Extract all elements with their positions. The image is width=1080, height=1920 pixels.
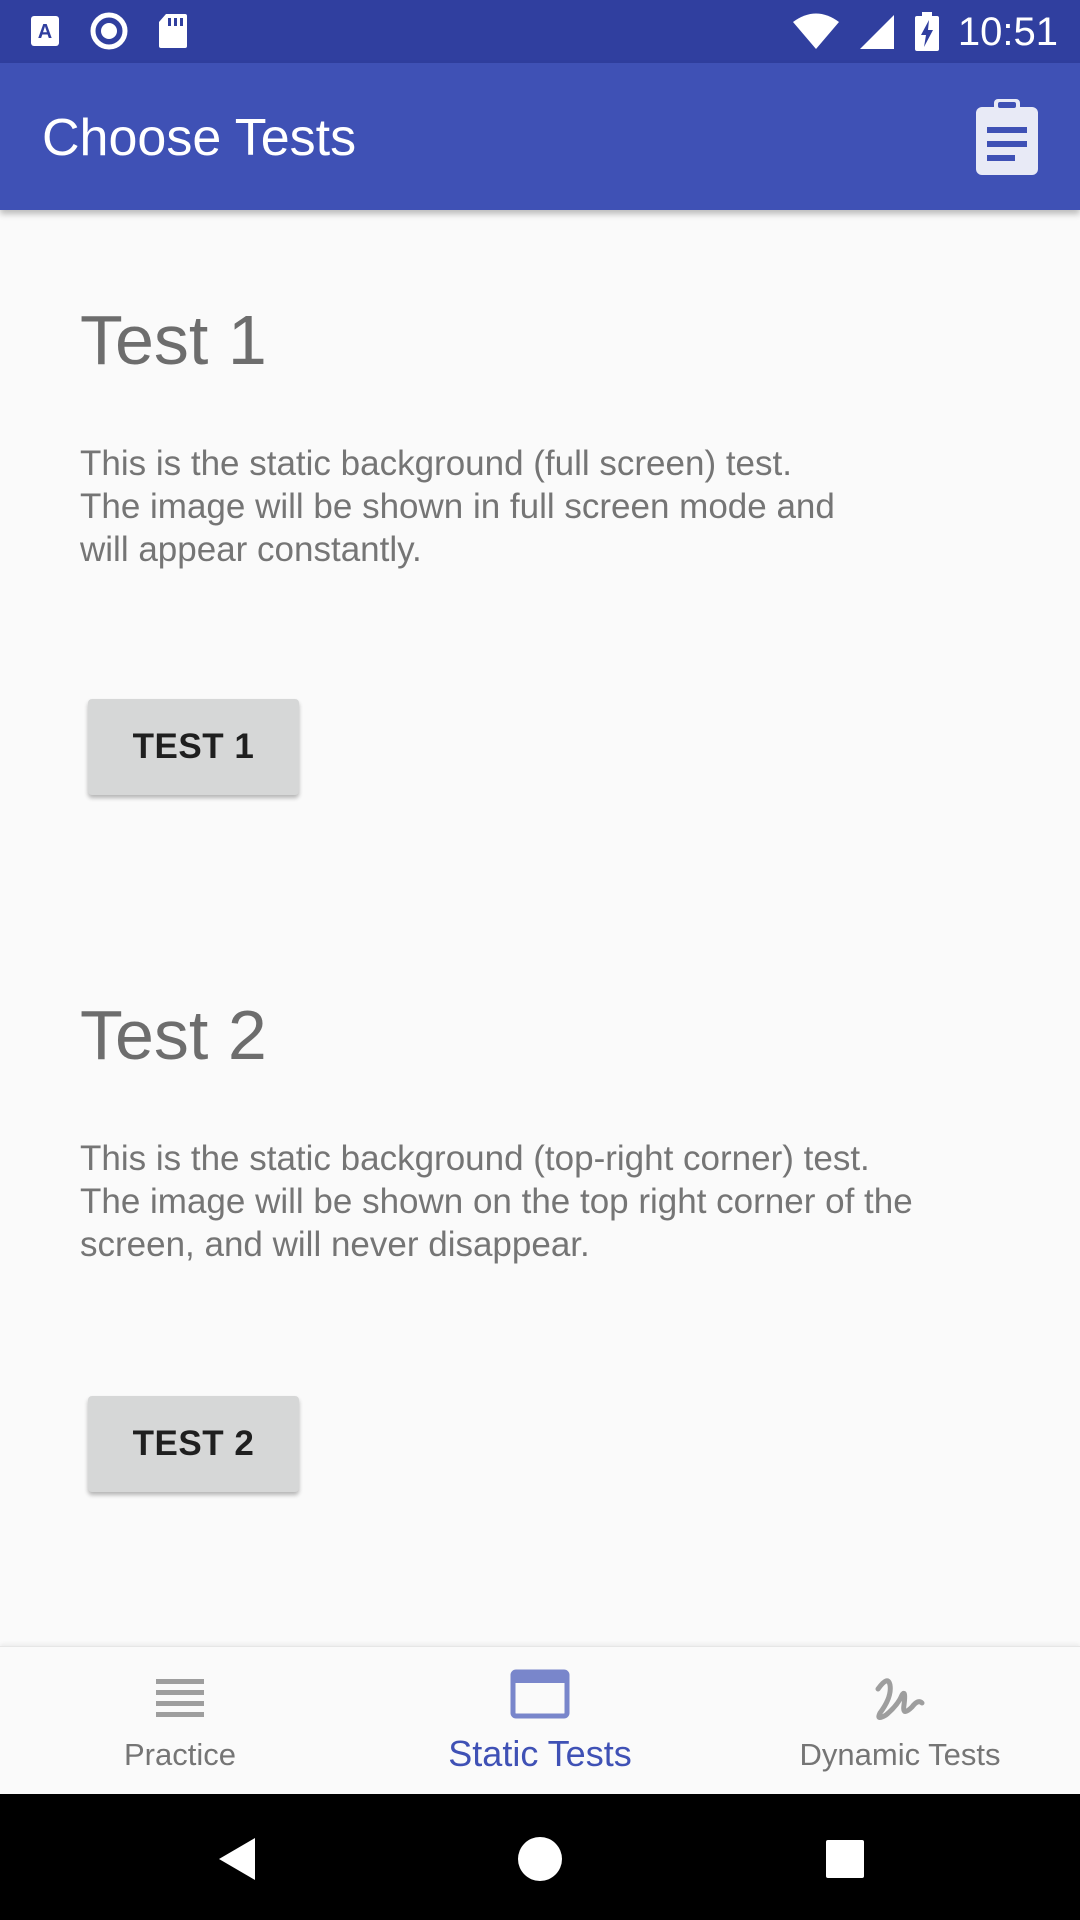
list-lines-icon — [156, 1679, 204, 1717]
text-a-notification-icon: A — [31, 16, 59, 46]
squiggle-icon — [875, 1678, 925, 1721]
system-navigation-bar — [0, 1794, 1080, 1920]
nav-item-practice[interactable]: Practice — [0, 1647, 360, 1795]
status-right-icons: 10:51 — [792, 10, 1058, 54]
test-2-description: This is the static background (top-right… — [80, 1139, 913, 1264]
home-icon[interactable] — [515, 1834, 565, 1884]
nav-label-dynamic-tests: Dynamic Tests — [799, 1737, 1001, 1772]
back-icon[interactable] — [213, 1834, 263, 1884]
status-bar: A 10:51 — [0, 0, 1080, 63]
status-left-icons: A — [30, 12, 188, 50]
nav-label-practice: Practice — [124, 1737, 236, 1772]
wifi-icon — [792, 13, 839, 49]
test-1-title: Test 1 — [80, 301, 267, 379]
svg-text:A: A — [38, 21, 52, 43]
clipboard-icon — [976, 99, 1038, 175]
app-bar: Choose Tests — [0, 63, 1080, 210]
status-time: 10:51 — [957, 10, 1058, 54]
content-area: Test 1 This is the static background (fu… — [0, 210, 1080, 1646]
test-1-button[interactable]: TEST 1 — [88, 699, 299, 795]
test-2-button[interactable]: TEST 2 — [88, 1396, 299, 1492]
sd-card-icon — [159, 14, 187, 48]
nav-label-static-tests: Static Tests — [448, 1733, 632, 1774]
test-1-description: This is the static background (full scre… — [80, 444, 835, 569]
page-title: Choose Tests — [42, 109, 357, 167]
window-icon — [510, 1669, 570, 1719]
nav-item-static-tests[interactable]: Static Tests — [360, 1647, 720, 1795]
test-2-section: Test 2 This is the static background (to… — [80, 995, 1000, 1492]
nav-item-dynamic-tests[interactable]: Dynamic Tests — [720, 1647, 1080, 1795]
circle-record-icon — [90, 12, 128, 50]
recents-icon[interactable] — [820, 1834, 870, 1884]
signal-icon — [859, 15, 894, 49]
test-2-title: Test 2 — [80, 996, 267, 1074]
battery-charging-icon — [914, 12, 939, 51]
clipboard-button[interactable] — [972, 97, 1042, 177]
test-1-section: Test 1 This is the static background (fu… — [80, 300, 1000, 795]
bottom-navigation: Practice Static Tests Dynamic Tests — [0, 1646, 1080, 1794]
